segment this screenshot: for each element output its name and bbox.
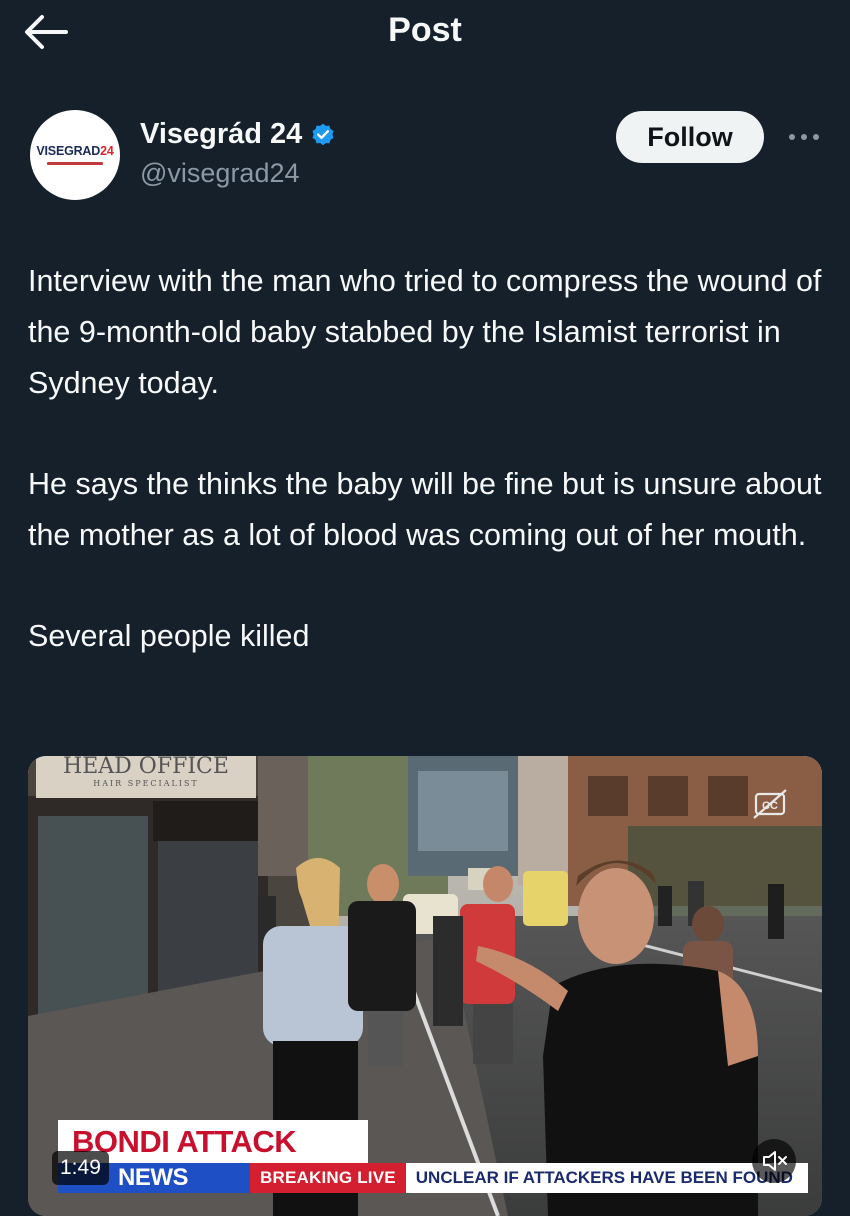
- captions-button[interactable]: CC: [748, 782, 792, 826]
- post-paragraph: Interview with the man who tried to comp…: [28, 264, 822, 400]
- author-name[interactable]: Visegrád 24: [140, 118, 302, 151]
- closed-captions-icon: CC: [753, 789, 787, 819]
- verified-badge-icon: [312, 123, 334, 145]
- follow-button[interactable]: Follow: [616, 111, 764, 163]
- post-paragraph: Several people killed: [28, 619, 310, 653]
- breaking-live-badge: BREAKING LIVE: [250, 1163, 406, 1193]
- storefront-sign: HEAD OFFICE HAIR SPECIALIST: [36, 756, 256, 798]
- post-paragraph: He says the thinks the baby will be fine…: [28, 467, 822, 552]
- post-body: Interview with the man who tried to comp…: [28, 256, 828, 662]
- avatar[interactable]: VISEGRAD24: [30, 110, 120, 200]
- avatar-logo-stripe: [47, 161, 103, 165]
- author-name-row[interactable]: Visegrád 24: [140, 118, 336, 151]
- video-duration: 1:49: [52, 1151, 109, 1185]
- top-bar: Post: [0, 0, 850, 62]
- chyron-bar: NEWS BREAKING LIVE UNCLEAR IF ATTACKERS …: [58, 1163, 808, 1193]
- author-handle[interactable]: @visegrad24: [140, 158, 300, 189]
- speaker-muted-icon: [763, 1151, 787, 1171]
- avatar-logo: VISEGRAD24: [36, 144, 114, 159]
- page-title: Post: [388, 11, 462, 49]
- mute-button[interactable]: [752, 1139, 796, 1183]
- ellipsis-icon: [789, 134, 819, 140]
- news-ticker: UNCLEAR IF ATTACKERS HAVE BEEN FOUND: [415, 1168, 793, 1187]
- more-options-button[interactable]: [784, 122, 824, 152]
